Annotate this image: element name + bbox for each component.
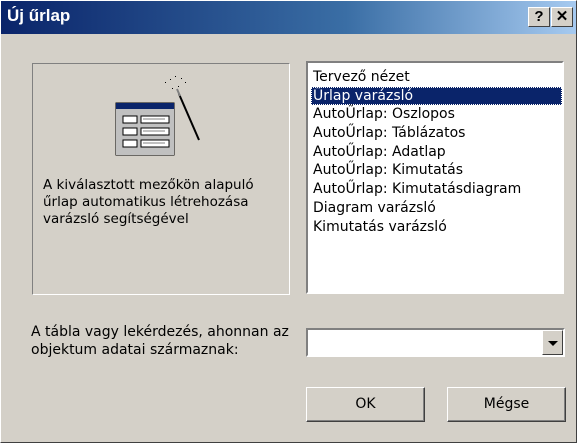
preview-panel: A kiválasztott mezőkön alapuló űrlap aut… [32,63,290,295]
form-type-list[interactable]: Tervező nézet Űrlap varázsló AutoŰrlap: Os… [306,61,564,294]
list-item[interactable]: AutoŰrlap: Táblázatos [311,124,562,143]
cancel-button[interactable]: Mégse [447,387,566,422]
new-form-dialog: Új űrlap ? ✕ A kiválasztott mezőkön alap… [0,0,577,443]
title-bar[interactable]: Új űrlap ? ✕ [1,1,576,34]
list-item[interactable]: Diagram varázsló [311,199,562,218]
help-button[interactable]: ? [528,7,550,27]
list-item[interactable]: Tervező nézet [311,68,562,87]
source-combobox[interactable] [306,328,565,357]
list-item[interactable]: AutoŰrlap: Kimutatás [311,161,562,180]
list-item[interactable]: AutoŰrlap: Kimutatásdiagram [311,180,562,199]
close-button[interactable]: ✕ [551,7,573,27]
list-item[interactable]: AutoŰrlap: Oszlopos [311,105,562,124]
chevron-down-icon[interactable] [542,330,563,355]
form-wizard-icon [115,76,200,156]
list-item[interactable]: Kimutatás varázsló [311,218,562,237]
wizard-description: A kiválasztott mezőkön alapuló űrlap aut… [43,177,254,227]
list-item[interactable]: Űrlap varázsló [311,86,562,106]
ok-button[interactable]: OK [306,387,425,422]
list-item[interactable]: AutoŰrlap: Adatlap [311,143,562,162]
source-label: A tábla vagy lekérdezés, ahonnan az obje… [31,324,289,358]
window-title: Új űrlap [7,6,71,25]
